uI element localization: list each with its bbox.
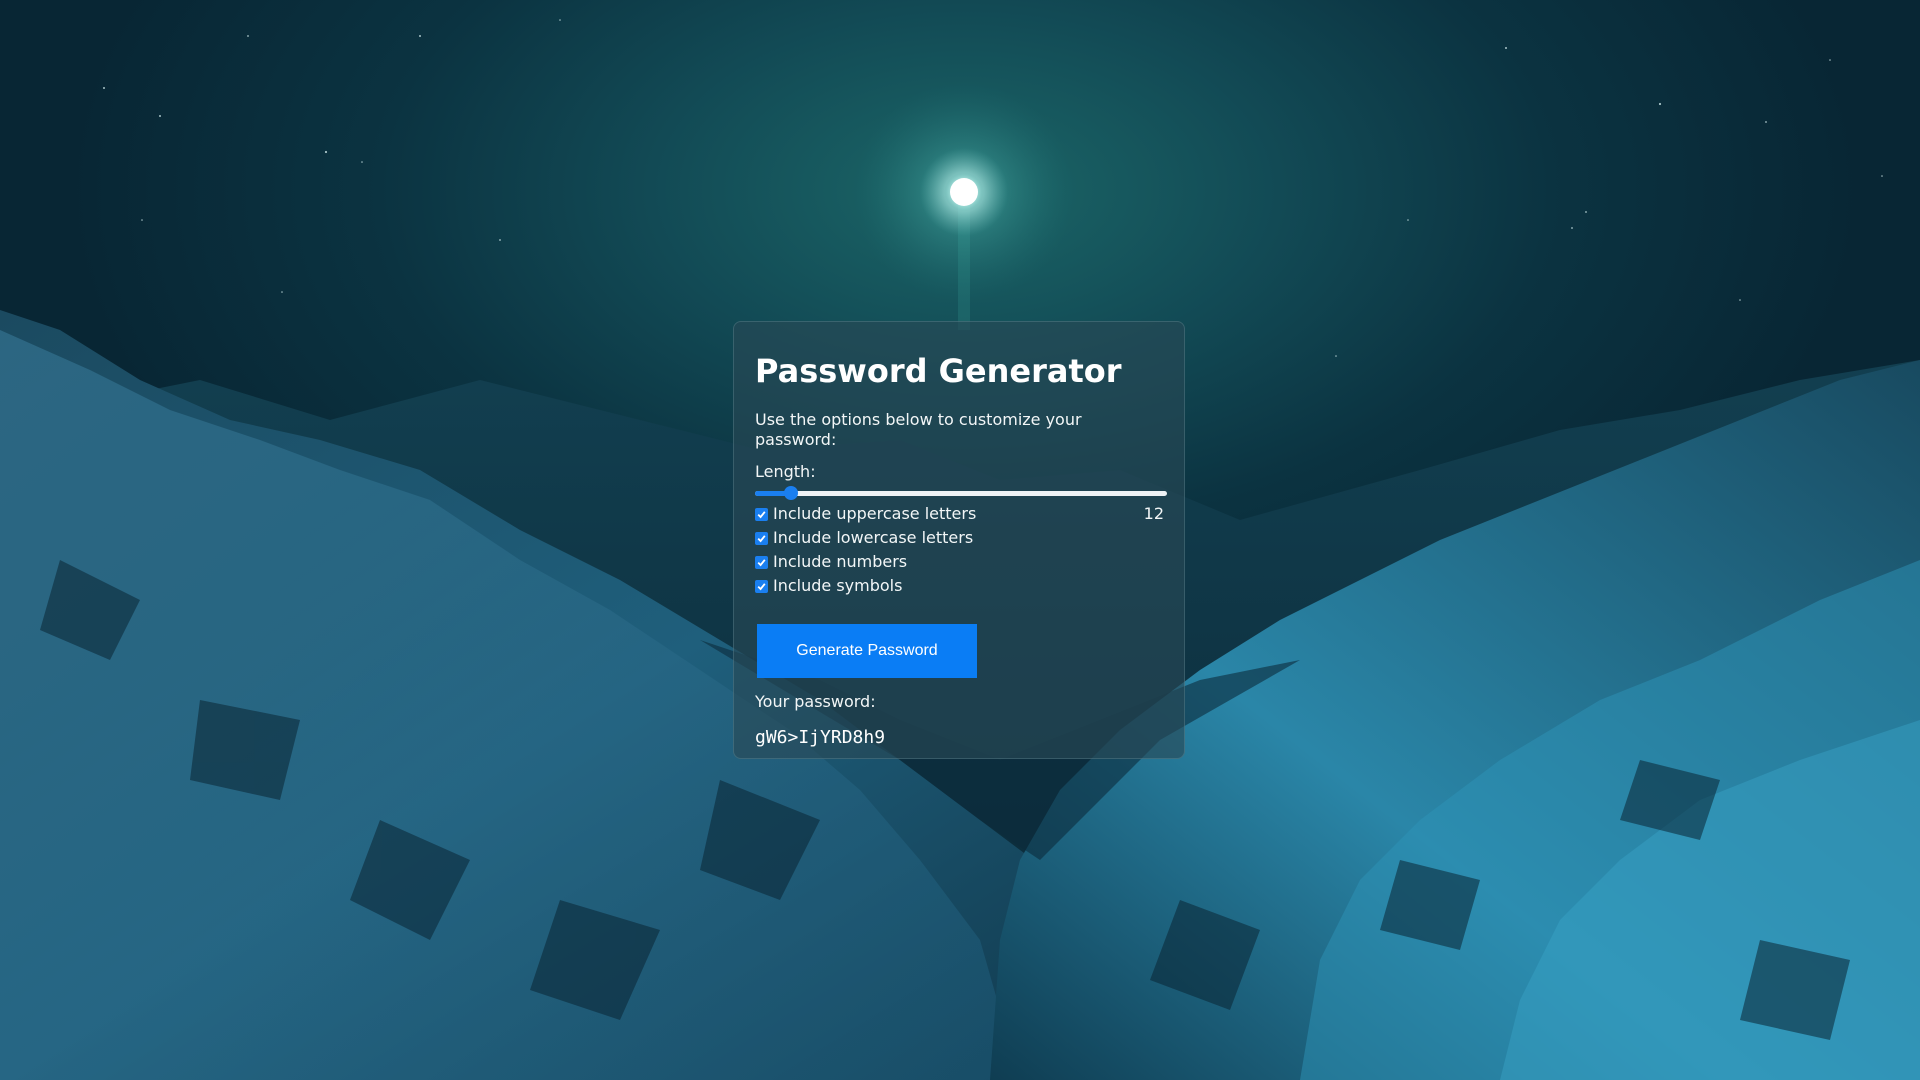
length-slider[interactable]	[755, 486, 1167, 500]
check-icon	[757, 534, 766, 542]
numbers-checkbox[interactable]	[755, 555, 768, 569]
check-icon	[757, 582, 766, 590]
option-uppercase[interactable]: Include uppercase letters	[755, 504, 1164, 524]
option-numbers[interactable]: Include numbers	[755, 552, 1164, 572]
check-icon	[757, 510, 766, 518]
uppercase-label: Include uppercase letters	[773, 504, 977, 523]
lowercase-checkbox[interactable]	[755, 531, 768, 545]
symbols-checkbox[interactable]	[755, 579, 768, 593]
symbols-label: Include symbols	[773, 576, 903, 595]
slider-thumb[interactable]	[784, 486, 799, 500]
lowercase-label: Include lowercase letters	[773, 528, 974, 547]
page-title: Password Generator	[755, 352, 1122, 390]
password-output: gW6>IjYRD8h9	[755, 727, 886, 748]
slider-track	[755, 491, 1167, 496]
check-icon	[757, 558, 766, 566]
options-list: 12 Include uppercase letters Include low…	[755, 504, 1164, 596]
password-label: Your password:	[755, 692, 876, 711]
uppercase-checkbox[interactable]	[755, 507, 768, 521]
length-label: Length:	[755, 462, 816, 481]
password-generator-card: Password Generator Use the options below…	[733, 321, 1185, 759]
numbers-label: Include numbers	[773, 552, 908, 571]
option-lowercase[interactable]: Include lowercase letters	[755, 528, 1164, 548]
length-value: 12	[1143, 504, 1164, 523]
option-symbols[interactable]: Include symbols	[755, 576, 1164, 596]
generate-password-button[interactable]: Generate Password	[757, 624, 977, 678]
intro-text: Use the options below to customize your …	[755, 410, 1082, 449]
